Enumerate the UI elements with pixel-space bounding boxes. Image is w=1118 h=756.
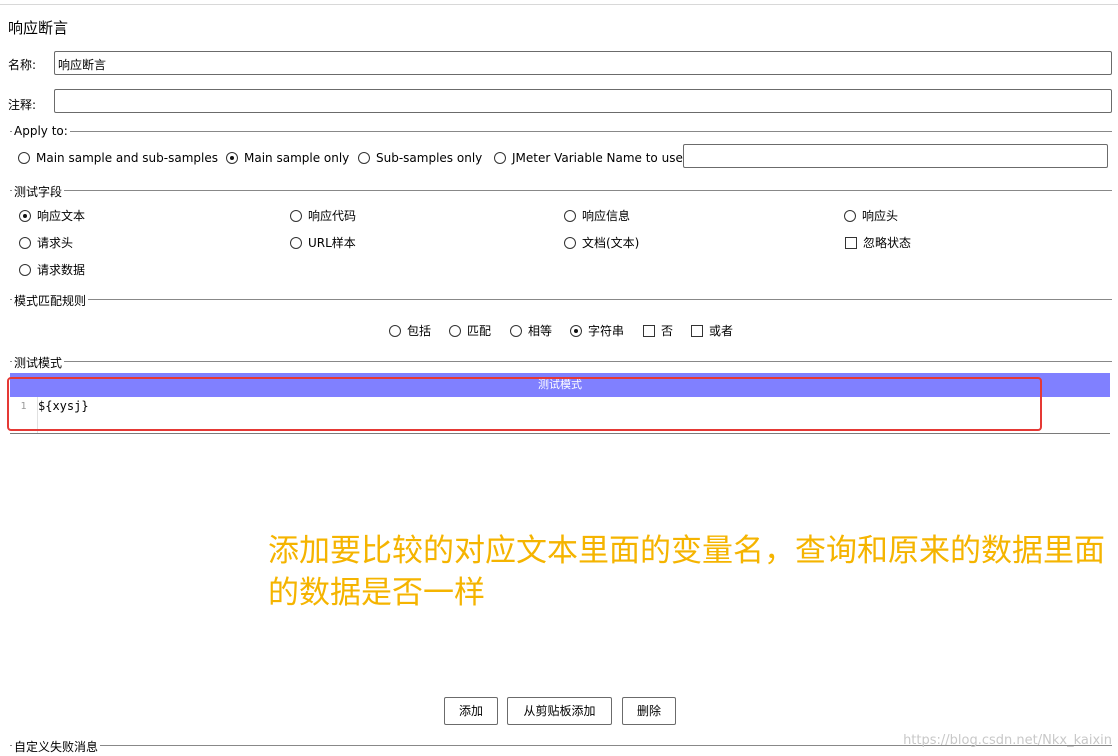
name-input[interactable]: 响应断言 xyxy=(54,51,1112,75)
field-request-headers-option[interactable]: 请求头 xyxy=(19,234,73,251)
apply-to-divider xyxy=(10,131,1112,132)
option-label: 包括 xyxy=(407,324,432,338)
checkbox-icon[interactable] xyxy=(691,324,703,337)
field-response-headers-option[interactable]: 响应头 xyxy=(844,207,898,224)
option-label: 响应代码 xyxy=(308,209,357,223)
test-patterns-divider xyxy=(10,361,1112,362)
top-strip xyxy=(0,0,1118,5)
radio-icon[interactable] xyxy=(290,236,302,249)
panel-title: 响应断言 xyxy=(8,19,69,37)
option-label: 字符串 xyxy=(588,324,625,338)
radio-icon[interactable] xyxy=(494,151,506,164)
field-url-sampled-option[interactable]: URL样本 xyxy=(290,234,356,251)
option-label: 响应文本 xyxy=(37,209,86,223)
option-label: 响应信息 xyxy=(582,209,631,223)
option-label: Main sample and sub-samples xyxy=(36,150,218,165)
test-field-divider xyxy=(10,190,1112,191)
apply-to-label: Apply to: xyxy=(12,124,70,138)
option-label: URL样本 xyxy=(308,236,356,250)
comment-input[interactable] xyxy=(54,89,1112,113)
rule-matches-option[interactable]: 匹配 xyxy=(449,322,491,339)
comment-label: 注释: xyxy=(8,98,37,112)
delete-button[interactable]: 删除 xyxy=(622,697,676,725)
radio-selected-icon[interactable] xyxy=(19,209,31,222)
add-from-clipboard-button[interactable]: 从剪贴板添加 xyxy=(507,697,612,725)
field-document-text-option[interactable]: 文档(文本) xyxy=(564,234,639,251)
option-label: 否 xyxy=(661,324,674,338)
radio-selected-icon[interactable] xyxy=(570,324,582,337)
radio-selected-icon[interactable] xyxy=(226,151,238,164)
radio-icon[interactable] xyxy=(564,236,576,249)
custom-failure-label: 自定义失败消息 xyxy=(12,738,101,755)
rule-not-checkbox[interactable]: 否 xyxy=(643,322,673,339)
option-label: 忽略状态 xyxy=(863,236,912,250)
apply-jmeter-variable-option[interactable]: JMeter Variable Name to use xyxy=(494,150,683,165)
rule-substring-option[interactable]: 字符串 xyxy=(570,322,624,339)
radio-icon[interactable] xyxy=(510,324,522,337)
apply-sub-only-option[interactable]: Sub-samples only xyxy=(358,150,482,165)
rule-or-checkbox[interactable]: 或者 xyxy=(691,322,733,339)
jmeter-variable-input[interactable] xyxy=(683,144,1108,168)
rule-contains-option[interactable]: 包括 xyxy=(389,322,431,339)
radio-icon[interactable] xyxy=(19,263,31,276)
name-label: 名称: xyxy=(8,58,37,72)
option-label: 匹配 xyxy=(467,324,492,338)
rule-equals-option[interactable]: 相等 xyxy=(510,322,552,339)
radio-icon[interactable] xyxy=(18,151,30,164)
option-label: 文档(文本) xyxy=(582,236,640,250)
option-label: 请求头 xyxy=(37,236,74,250)
radio-icon[interactable] xyxy=(844,209,856,222)
pattern-rule-label: 模式匹配规则 xyxy=(12,292,89,309)
checkbox-icon[interactable] xyxy=(845,236,857,249)
option-label: 响应头 xyxy=(862,209,899,223)
option-label: 或者 xyxy=(709,324,734,338)
radio-icon[interactable] xyxy=(449,324,461,337)
option-label: Sub-samples only xyxy=(376,150,483,165)
option-label: Main sample only xyxy=(244,150,350,165)
option-label: JMeter Variable Name to use xyxy=(512,150,683,165)
add-button[interactable]: 添加 xyxy=(444,697,498,725)
radio-icon[interactable] xyxy=(389,324,401,337)
option-label: 请求数据 xyxy=(37,263,86,277)
watermark: https://blog.csdn.net/Nkx_kaixin xyxy=(903,733,1112,748)
option-label: 相等 xyxy=(528,324,553,338)
field-response-text-option[interactable]: 响应文本 xyxy=(19,207,85,224)
field-response-code-option[interactable]: 响应代码 xyxy=(290,207,356,224)
checkbox-icon[interactable] xyxy=(643,324,655,337)
field-response-message-option[interactable]: 响应信息 xyxy=(564,207,630,224)
test-field-label: 测试字段 xyxy=(12,183,65,200)
radio-icon[interactable] xyxy=(290,209,302,222)
field-request-data-option[interactable]: 请求数据 xyxy=(19,261,85,278)
pattern-rule-divider xyxy=(10,299,1112,300)
annotation-text: 添加要比较的对应文本里面的变量名，查询和原来的数据里面的数据是否一样 xyxy=(268,533,1105,611)
apply-main-only-option[interactable]: Main sample only xyxy=(226,150,349,165)
highlight-box xyxy=(7,377,1042,431)
radio-icon[interactable] xyxy=(19,236,31,249)
test-patterns-label: 测试模式 xyxy=(12,354,65,371)
field-ignore-status-checkbox[interactable]: 忽略状态 xyxy=(845,234,911,251)
radio-icon[interactable] xyxy=(564,209,576,222)
apply-main-and-sub-option[interactable]: Main sample and sub-samples xyxy=(18,150,218,165)
radio-icon[interactable] xyxy=(358,151,370,164)
